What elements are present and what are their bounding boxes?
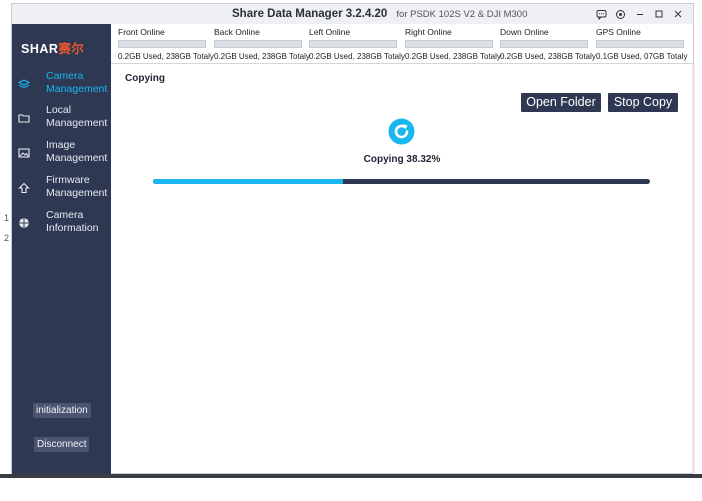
storage-bar	[309, 40, 397, 48]
logo: SHAR赛尔	[21, 38, 84, 57]
storage-bar	[118, 40, 206, 48]
camera-status-gps: GPS Online 0.1GB Used, 07GB Totaly	[596, 27, 690, 61]
app-title: Share Data Manager 3.2.4.20	[232, 8, 388, 20]
camera-name: Right Online	[405, 27, 452, 37]
app-subtitle: for PSDK 102S V2 & DJI M300	[396, 9, 528, 20]
app-window: Share Data Manager 3.2.4.20 for PSDK 102…	[11, 3, 695, 475]
logo-accent-text: 赛尔	[58, 42, 85, 56]
desktop: 1 2 Share Data Manager 3.2.4.20 for PSDK…	[0, 0, 702, 501]
sidebar-item-label-line: Local	[46, 104, 72, 116]
camera-status-right: Right Online 0.2GB Used, 238GB Totaly	[405, 27, 501, 61]
sidebar-item-label: Firmware Management	[46, 174, 110, 199]
camera-usage: 0.2GB Used, 238GB Totaly	[214, 52, 310, 61]
image-icon	[18, 146, 30, 158]
background-glyph: 1	[4, 213, 10, 223]
camera-name: Front Online	[118, 27, 165, 37]
camera-usage: 0.2GB Used, 238GB Totaly	[500, 52, 596, 61]
close-icon[interactable]	[668, 6, 687, 22]
storage-bar	[405, 40, 493, 48]
camera-name: GPS Online	[596, 27, 641, 37]
sidebar-item-local-management[interactable]: Local Management	[12, 101, 111, 133]
copy-progress-fill	[153, 179, 344, 184]
camera-status-down: Down Online 0.2GB Used, 238GB Totaly	[500, 27, 596, 61]
sidebar-item-label-line: Firmware	[46, 174, 90, 186]
sidebar-item-label-line: Information	[46, 221, 99, 234]
stop-copy-button[interactable]: Stop Copy	[608, 93, 678, 112]
globe-icon	[18, 216, 30, 228]
sidebar-item-label-line: Management	[46, 116, 108, 129]
sidebar-item-image-management[interactable]: Image Management	[12, 136, 111, 168]
camera-status-left: Left Online 0.2GB Used, 238GB Totaly	[309, 27, 405, 61]
camera-status-back: Back Online 0.2GB Used, 238GB Totaly	[214, 27, 310, 61]
sidebar-item-firmware-management[interactable]: Firmware Management	[12, 171, 111, 203]
camera-usage: 0.2GB Used, 238GB Totaly	[405, 52, 501, 61]
camera-name: Left Online	[309, 27, 351, 37]
camera-status-front: Front Online 0.2GB Used, 238GB Totaly	[118, 27, 214, 61]
sidebar-item-label: Local Management	[46, 104, 110, 129]
window-controls	[592, 6, 687, 22]
maximize-icon[interactable]	[649, 6, 668, 22]
sync-spinner-icon	[388, 118, 415, 145]
sidebar: SHAR赛尔 Camera Management Local Managemen…	[12, 24, 111, 475]
sidebar-item-label: Camera Information	[46, 209, 110, 234]
sidebar-item-label-line: Management	[46, 82, 108, 95]
open-folder-button[interactable]: Open Folder	[521, 93, 601, 112]
window-title: Share Data Manager 3.2.4.20 for PSDK 102…	[232, 8, 527, 20]
sidebar-item-label-line: Camera	[46, 70, 84, 82]
sidebar-item-label-line: Camera	[46, 209, 84, 221]
layers-icon	[17, 77, 31, 89]
title-bar: Share Data Manager 3.2.4.20 for PSDK 102…	[12, 4, 693, 24]
storage-bar	[596, 40, 684, 48]
sidebar-item-camera-management[interactable]: Camera Management	[12, 67, 111, 99]
background-glyph: 2	[4, 233, 10, 243]
feedback-icon[interactable]	[592, 6, 611, 22]
sidebar-item-label-line: Management	[46, 186, 108, 199]
section-title: Copying	[125, 73, 165, 84]
folder-icon	[18, 111, 30, 123]
upload-arrow-icon	[18, 181, 30, 194]
divider	[111, 63, 693, 64]
camera-usage: 0.1GB Used, 07GB Totaly	[596, 52, 688, 61]
storage-bar	[500, 40, 588, 48]
disconnect-button[interactable]: Disconnect	[34, 437, 90, 452]
vertical-scrollbar[interactable]	[692, 64, 695, 475]
camera-name: Down Online	[500, 27, 549, 37]
sidebar-item-label-line: Image	[46, 139, 76, 151]
copy-progress-bar	[153, 179, 650, 184]
camera-usage: 0.2GB Used, 238GB Totaly	[118, 52, 214, 61]
logo-text: SHAR	[21, 42, 59, 56]
sidebar-item-label-line: Management	[46, 151, 108, 164]
camera-usage: 0.2GB Used, 238GB Totaly	[309, 52, 405, 61]
taskbar-edge	[0, 474, 702, 478]
settings-icon[interactable]	[611, 6, 630, 22]
camera-name: Back Online	[214, 27, 260, 37]
minimize-icon[interactable]	[630, 6, 649, 22]
copy-status-text: Copying 38.32%	[363, 154, 441, 165]
camera-status-strip: Front Online 0.2GB Used, 238GB Totaly Ba…	[111, 24, 693, 64]
sidebar-item-label: Image Management	[46, 139, 110, 164]
storage-bar	[214, 40, 302, 48]
sidebar-item-label: Camera Management	[46, 70, 110, 95]
sidebar-item-camera-information[interactable]: Camera Information	[12, 206, 111, 238]
initialization-button[interactable]: initialization	[33, 403, 91, 418]
